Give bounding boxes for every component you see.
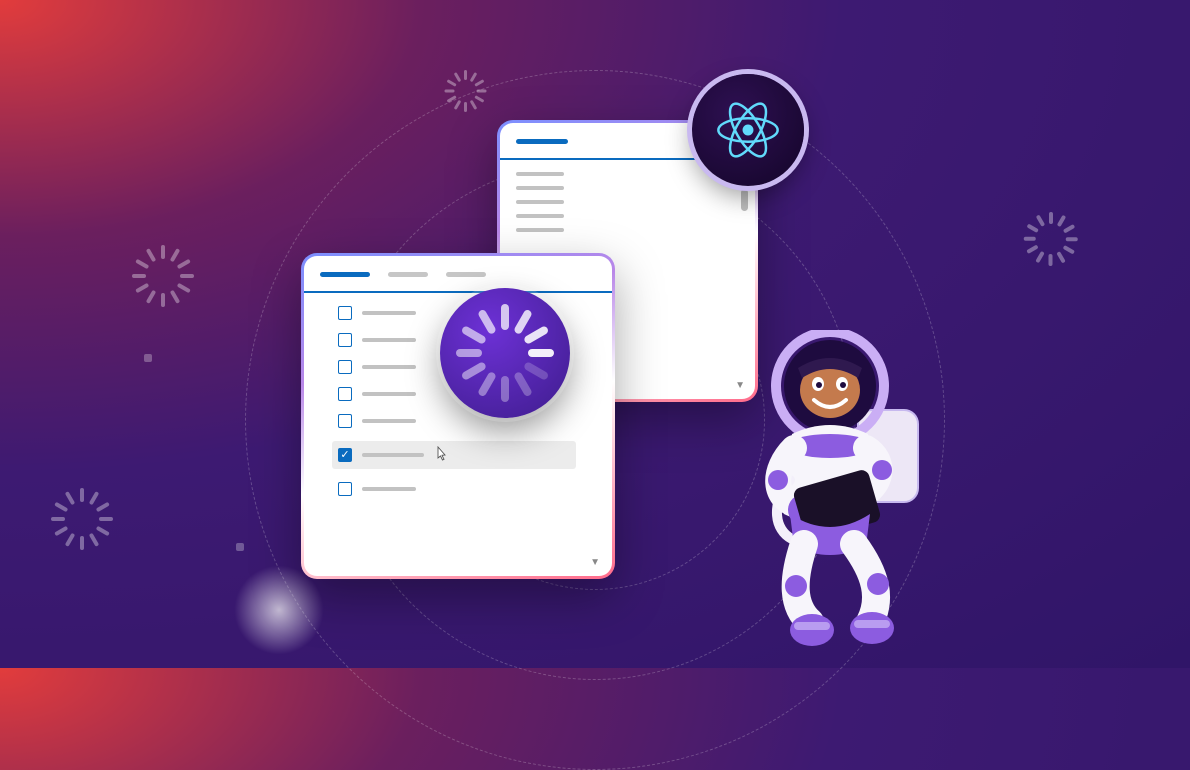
tab-bar (320, 272, 596, 283)
checkbox-unchecked[interactable] (338, 306, 352, 320)
list-item[interactable] (338, 482, 596, 496)
tab[interactable] (388, 272, 428, 277)
checkbox-unchecked[interactable] (338, 360, 352, 374)
list-item-selected[interactable] (332, 441, 576, 469)
dropdown-item[interactable] (516, 200, 739, 204)
cursor-pointer-icon (434, 446, 448, 464)
decor-glow (234, 565, 324, 655)
checkbox-unchecked[interactable] (338, 387, 352, 401)
checkbox-unchecked[interactable] (338, 414, 352, 428)
tab[interactable] (320, 272, 370, 277)
scroll-down-icon[interactable]: ▼ (590, 557, 600, 568)
checkbox-unchecked[interactable] (338, 333, 352, 347)
react-logo-icon (692, 74, 804, 186)
dropdown-item[interactable] (516, 186, 739, 190)
dropdown-item[interactable] (516, 214, 739, 218)
scrollbar-thumb[interactable] (741, 189, 748, 211)
tab[interactable] (446, 272, 486, 277)
spinner-icon (444, 70, 486, 112)
decor-square (144, 354, 152, 362)
decor-square (236, 543, 244, 551)
spinner-icon (132, 245, 194, 307)
spinner-icon (1024, 212, 1078, 266)
astronaut-illustration (680, 330, 980, 660)
spinner-icon (51, 488, 113, 550)
checkbox-list-panel: ▼ (301, 253, 615, 579)
dropdown-item[interactable] (516, 228, 739, 232)
loading-spinner-badge (440, 288, 570, 418)
checkbox-checked[interactable] (338, 448, 352, 462)
dropdown-selected-placeholder (516, 139, 568, 144)
divider (304, 291, 612, 293)
checkbox-unchecked[interactable] (338, 482, 352, 496)
dropdown-item[interactable] (516, 172, 739, 176)
list-item[interactable] (338, 414, 596, 428)
